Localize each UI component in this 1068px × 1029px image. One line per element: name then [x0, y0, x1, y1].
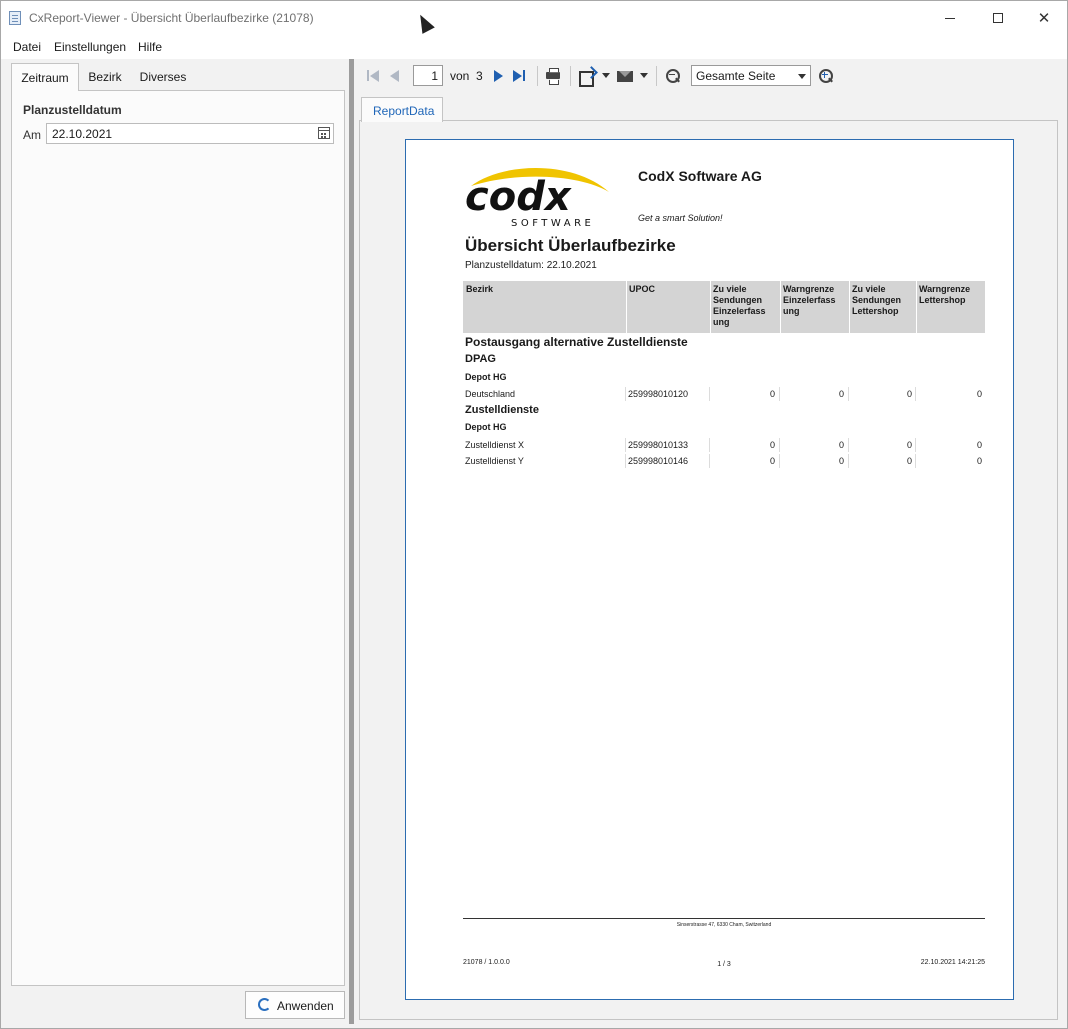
- cell-value: 0: [906, 389, 912, 399]
- export-dropdown-icon[interactable]: [602, 73, 610, 78]
- zoom-out-icon[interactable]: [665, 67, 681, 85]
- zoom-select[interactable]: Gesamte Seite: [691, 65, 811, 86]
- export-icon[interactable]: [578, 67, 594, 87]
- date-value: 22.10.2021: [52, 127, 113, 141]
- title-bar: CxReport-Viewer - Übersicht Überlaufbezi…: [1, 1, 1067, 35]
- calendar-icon[interactable]: [318, 127, 330, 139]
- logo-text: codx: [465, 174, 572, 220]
- depot-name: Depot HG: [465, 422, 507, 432]
- depot-name: Depot HG: [465, 372, 507, 382]
- page-total: 3: [476, 69, 483, 83]
- previous-page-icon[interactable]: [389, 67, 401, 85]
- cell-value: 0: [769, 440, 775, 450]
- close-icon: ✕: [1037, 9, 1051, 27]
- report-toolbar: 1 von 3 Gesamte Seite: [359, 63, 1065, 89]
- cell-value: 0: [769, 389, 775, 399]
- table-header: Bezirk UPOC Zu viele Sendungen Einzelerf…: [463, 281, 985, 333]
- codx-logo: codx SOFTWARE: [463, 164, 613, 230]
- zoom-select-value: Gesamte Seite: [696, 69, 776, 83]
- group-name: Zustelldienste: [465, 404, 539, 416]
- maximize-icon: [993, 13, 1003, 23]
- toolbar-separator: [537, 66, 538, 86]
- first-page-icon[interactable]: [367, 67, 381, 85]
- company-name: CodX Software AG: [638, 168, 762, 184]
- app-document-icon: [9, 11, 21, 25]
- cell-value: 0: [976, 389, 982, 399]
- cell-value: 0: [838, 456, 844, 466]
- column-header-warngrenze-einzelerfassung: Warngrenze Einzelerfass ung: [783, 284, 836, 316]
- logo-subtext: SOFTWARE: [511, 218, 594, 229]
- footer-datetime: 22.10.2021 14:21:25: [920, 959, 985, 966]
- toolbar-separator: [570, 66, 571, 86]
- minimize-button[interactable]: [927, 1, 973, 35]
- minimize-icon: [945, 18, 955, 19]
- cell-value: 0: [838, 440, 844, 450]
- menu-datei[interactable]: Datei: [13, 40, 41, 54]
- tab-zeitraum[interactable]: Zeitraum: [11, 63, 79, 91]
- zoom-in-icon[interactable]: [818, 67, 834, 85]
- column-header-warngrenze-lettershop: Warngrenze Lettershop: [919, 284, 971, 305]
- cell-value: 0: [976, 440, 982, 450]
- date-label: Am: [23, 128, 41, 142]
- tab-diverses[interactable]: Diverses: [133, 63, 193, 89]
- column-header-zu-viele-einzelerfassung: Zu viele Sendungen Einzelerfass ung: [713, 284, 766, 327]
- print-icon[interactable]: [545, 67, 561, 85]
- page-of-label: von: [450, 69, 470, 83]
- last-page-icon[interactable]: [513, 67, 527, 85]
- report-subtitle: Planzustelldatum: 22.10.2021: [465, 260, 597, 271]
- next-page-icon[interactable]: [493, 67, 505, 85]
- cell-value: 0: [976, 456, 982, 466]
- tab-bezirk[interactable]: Bezirk: [81, 63, 129, 89]
- cell-upoc: 259998010120: [628, 389, 689, 399]
- cell-bezirk: Zustelldienst Y: [465, 456, 524, 466]
- menu-einstellungen[interactable]: Einstellungen: [54, 40, 126, 54]
- cell-value: 0: [769, 456, 775, 466]
- footer-divider: [463, 918, 985, 919]
- cell-upoc: 259998010133: [628, 440, 689, 450]
- menu-bar: Datei Einstellungen Hilfe: [1, 35, 1067, 59]
- cell-value: 0: [906, 440, 912, 450]
- refresh-icon: [258, 998, 271, 1011]
- report-page: codx SOFTWARE CodX Software AG Get a sma…: [405, 139, 1014, 1000]
- cell-value: 0: [906, 456, 912, 466]
- close-button[interactable]: ✕: [1021, 1, 1067, 35]
- group-title: Postausgang alternative Zustelldienste: [465, 335, 688, 349]
- date-field[interactable]: 22.10.2021: [46, 123, 334, 144]
- maximize-button[interactable]: [975, 1, 1021, 35]
- chevron-down-icon: [798, 74, 806, 79]
- tab-reportdata[interactable]: ReportData: [361, 97, 443, 122]
- apply-button-label: Anwenden: [277, 999, 334, 1013]
- cell-bezirk: Zustelldienst X: [465, 440, 525, 450]
- column-header-bezirk: Bezirk: [466, 284, 494, 294]
- panel-splitter[interactable]: [349, 59, 354, 1024]
- column-header-upoc: UPOC: [629, 284, 656, 294]
- cell-upoc: 259998010146: [628, 456, 689, 466]
- company-slogan: Get a smart Solution!: [638, 213, 723, 223]
- group-name: DPAG: [465, 353, 496, 365]
- cell-value: 0: [838, 389, 844, 399]
- menu-hilfe[interactable]: Hilfe: [138, 40, 162, 54]
- report-title: Übersicht Überlaufbezirke: [465, 236, 676, 255]
- footer-address: Sinserstrasse 47, 6330 Cham, Switzerland: [676, 922, 772, 928]
- mail-dropdown-icon[interactable]: [640, 73, 648, 78]
- filter-panel: Zeitraum Bezirk Diverses Planzustelldatu…: [11, 63, 346, 1023]
- cell-bezirk: Deutschland: [465, 389, 516, 399]
- app-window: CxReport-Viewer - Übersicht Überlaufbezi…: [0, 0, 1068, 1029]
- column-header-zu-viele-lettershop: Zu viele Sendungen Lettershop: [852, 284, 901, 316]
- section-label-planzustelldatum: Planzustelldatum: [23, 103, 122, 117]
- tab-content-zeitraum: Planzustelldatum Am 22.10.2021: [11, 90, 345, 986]
- page-number-input[interactable]: 1: [413, 65, 443, 86]
- toolbar-separator: [656, 66, 657, 86]
- mail-icon[interactable]: [617, 67, 634, 85]
- window-title: CxReport-Viewer - Übersicht Überlaufbezi…: [29, 11, 314, 25]
- apply-button[interactable]: Anwenden: [245, 991, 345, 1019]
